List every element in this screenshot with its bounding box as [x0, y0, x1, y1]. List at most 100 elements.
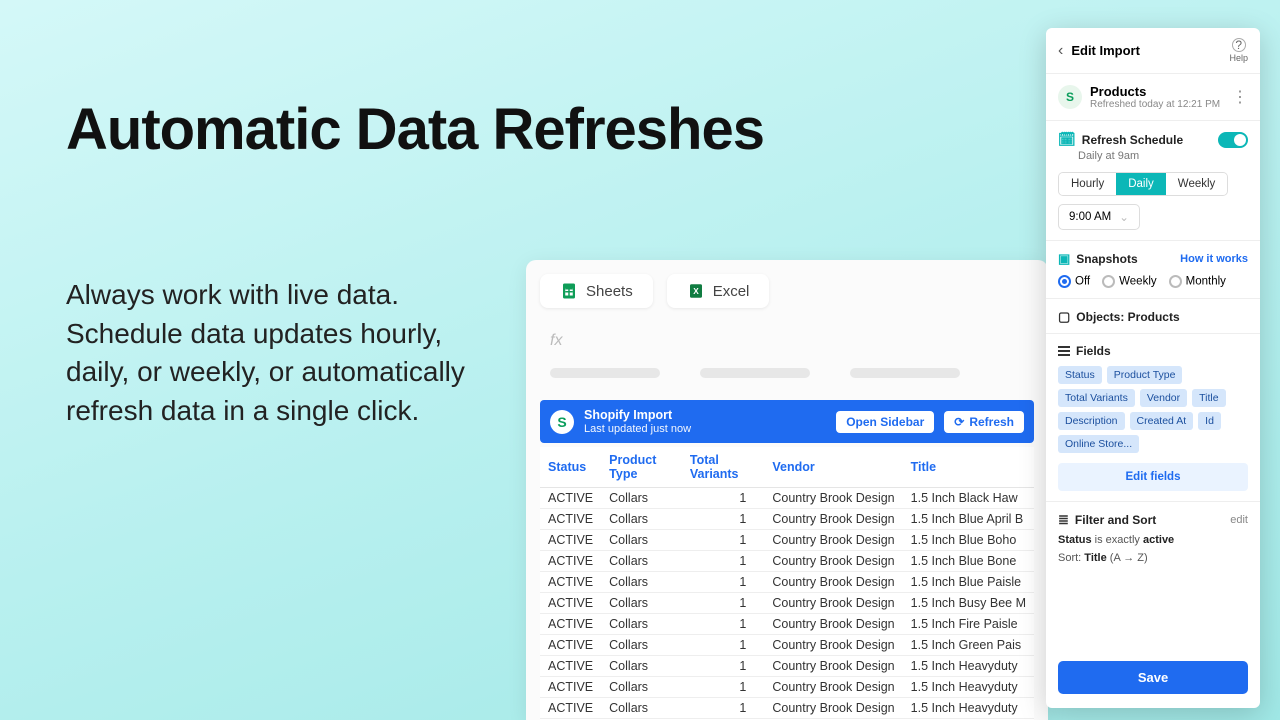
table-cell[interactable]: 1 — [682, 488, 765, 509]
table-cell[interactable]: ACTIVE — [540, 551, 601, 572]
edit-fields-button[interactable]: Edit fields — [1058, 463, 1248, 491]
table-cell[interactable]: ACTIVE — [540, 635, 601, 656]
field-chip[interactable]: Online Store... — [1058, 435, 1139, 453]
field-chip[interactable]: Created At — [1130, 412, 1194, 430]
table-cell[interactable]: 1 — [682, 572, 765, 593]
table-cell[interactable]: Country Brook Design — [764, 530, 902, 551]
open-sidebar-button[interactable]: Open Sidebar — [836, 411, 934, 433]
table-cell[interactable]: Collars — [601, 572, 682, 593]
save-button[interactable]: Save — [1058, 661, 1248, 694]
table-cell[interactable]: ACTIVE — [540, 593, 601, 614]
filter-edit-link[interactable]: edit — [1230, 514, 1248, 526]
table-cell[interactable]: 1.5 Inch Fire Paisle — [903, 614, 1034, 635]
table-cell[interactable]: Country Brook Design — [764, 572, 902, 593]
table-cell[interactable]: Country Brook Design — [764, 551, 902, 572]
table-cell[interactable]: 1 — [682, 656, 765, 677]
table-cell[interactable]: 1 — [682, 614, 765, 635]
how-it-works-link[interactable]: How it works — [1180, 253, 1248, 265]
table-cell[interactable]: Collars — [601, 551, 682, 572]
snap-weekly[interactable]: Weekly — [1102, 275, 1157, 288]
table-header[interactable]: Status — [540, 447, 601, 488]
kebab-icon[interactable]: ⋮ — [1232, 87, 1248, 107]
schedule-time-picker[interactable]: 9:00 AM ⌄ — [1058, 204, 1140, 230]
table-cell[interactable]: 1 — [682, 593, 765, 614]
tab-sheets[interactable]: Sheets — [540, 274, 653, 308]
table-cell[interactable]: Collars — [601, 656, 682, 677]
excel-icon: X — [687, 282, 705, 300]
table-cell[interactable]: ACTIVE — [540, 698, 601, 719]
table-cell[interactable]: ACTIVE — [540, 572, 601, 593]
table-cell[interactable]: ACTIVE — [540, 488, 601, 509]
table-cell[interactable]: Collars — [601, 530, 682, 551]
table-cell[interactable]: ACTIVE — [540, 509, 601, 530]
table-cell[interactable]: 1 — [682, 698, 765, 719]
snap-monthly[interactable]: Monthly — [1169, 275, 1226, 288]
table-cell[interactable]: Collars — [601, 509, 682, 530]
field-chip[interactable]: Total Variants — [1058, 389, 1135, 407]
back-icon[interactable]: ‹ — [1058, 42, 1063, 60]
schedule-toggle[interactable] — [1218, 132, 1248, 148]
table-cell[interactable]: 1.5 Inch Heavyduty — [903, 656, 1034, 677]
table-cell[interactable]: 1.5 Inch Busy Bee M — [903, 593, 1034, 614]
table-row[interactable]: ACTIVECollars1Country Brook Design1.5 In… — [540, 677, 1034, 698]
table-cell[interactable]: 1 — [682, 530, 765, 551]
snap-off[interactable]: Off — [1058, 275, 1090, 288]
table-cell[interactable]: 1.5 Inch Blue April B — [903, 509, 1034, 530]
table-cell[interactable]: Country Brook Design — [764, 635, 902, 656]
tab-excel[interactable]: X Excel — [667, 274, 770, 308]
table-cell[interactable]: 1 — [682, 677, 765, 698]
table-row[interactable]: ACTIVECollars1Country Brook Design1.5 In… — [540, 488, 1034, 509]
table-row[interactable]: ACTIVECollars1Country Brook Design1.5 In… — [540, 572, 1034, 593]
table-cell[interactable]: 1 — [682, 509, 765, 530]
table-row[interactable]: ACTIVECollars1Country Brook Design1.5 In… — [540, 530, 1034, 551]
table-cell[interactable]: Collars — [601, 593, 682, 614]
table-cell[interactable]: 1.5 Inch Blue Bone — [903, 551, 1034, 572]
table-row[interactable]: ACTIVECollars1Country Brook Design1.5 In… — [540, 551, 1034, 572]
freq-daily[interactable]: Daily — [1116, 173, 1166, 195]
field-chip[interactable]: Status — [1058, 366, 1102, 384]
field-chip[interactable]: Id — [1198, 412, 1221, 430]
field-chip[interactable]: Product Type — [1107, 366, 1183, 384]
table-cell[interactable]: Country Brook Design — [764, 677, 902, 698]
table-cell[interactable]: 1.5 Inch Heavyduty — [903, 698, 1034, 719]
table-header[interactable]: Total Variants — [682, 447, 765, 488]
table-cell[interactable]: Country Brook Design — [764, 593, 902, 614]
table-row[interactable]: ACTIVECollars1Country Brook Design1.5 In… — [540, 656, 1034, 677]
table-cell[interactable]: Collars — [601, 698, 682, 719]
table-row[interactable]: ACTIVECollars1Country Brook Design1.5 In… — [540, 509, 1034, 530]
table-cell[interactable]: Country Brook Design — [764, 698, 902, 719]
table-cell[interactable]: ACTIVE — [540, 677, 601, 698]
table-cell[interactable]: Collars — [601, 677, 682, 698]
table-cell[interactable]: ACTIVE — [540, 614, 601, 635]
table-cell[interactable]: Country Brook Design — [764, 509, 902, 530]
help-button[interactable]: ?Help — [1229, 38, 1248, 63]
table-cell[interactable]: 1.5 Inch Black Haw — [903, 488, 1034, 509]
table-cell[interactable]: Country Brook Design — [764, 488, 902, 509]
table-header[interactable]: Title — [903, 447, 1034, 488]
table-cell[interactable]: Collars — [601, 635, 682, 656]
table-header[interactable]: Product Type — [601, 447, 682, 488]
table-row[interactable]: ACTIVECollars1Country Brook Design1.5 In… — [540, 698, 1034, 719]
table-cell[interactable]: ACTIVE — [540, 530, 601, 551]
table-cell[interactable]: Collars — [601, 614, 682, 635]
table-cell[interactable]: ACTIVE — [540, 656, 601, 677]
table-row[interactable]: ACTIVECollars1Country Brook Design1.5 In… — [540, 635, 1034, 656]
table-cell[interactable]: Country Brook Design — [764, 614, 902, 635]
table-cell[interactable]: 1.5 Inch Heavyduty — [903, 677, 1034, 698]
field-chip[interactable]: Title — [1192, 389, 1225, 407]
field-chip[interactable]: Description — [1058, 412, 1125, 430]
table-row[interactable]: ACTIVECollars1Country Brook Design1.5 In… — [540, 593, 1034, 614]
table-cell[interactable]: 1 — [682, 551, 765, 572]
table-header[interactable]: Vendor — [764, 447, 902, 488]
freq-weekly[interactable]: Weekly — [1166, 173, 1228, 195]
table-row[interactable]: ACTIVECollars1Country Brook Design1.5 In… — [540, 614, 1034, 635]
table-cell[interactable]: 1.5 Inch Blue Paisle — [903, 572, 1034, 593]
table-cell[interactable]: Collars — [601, 488, 682, 509]
refresh-button[interactable]: ⟳ Refresh — [944, 411, 1024, 433]
table-cell[interactable]: 1.5 Inch Blue Boho — [903, 530, 1034, 551]
table-cell[interactable]: Country Brook Design — [764, 656, 902, 677]
field-chip[interactable]: Vendor — [1140, 389, 1187, 407]
table-cell[interactable]: 1.5 Inch Green Pais — [903, 635, 1034, 656]
table-cell[interactable]: 1 — [682, 635, 765, 656]
freq-hourly[interactable]: Hourly — [1059, 173, 1116, 195]
